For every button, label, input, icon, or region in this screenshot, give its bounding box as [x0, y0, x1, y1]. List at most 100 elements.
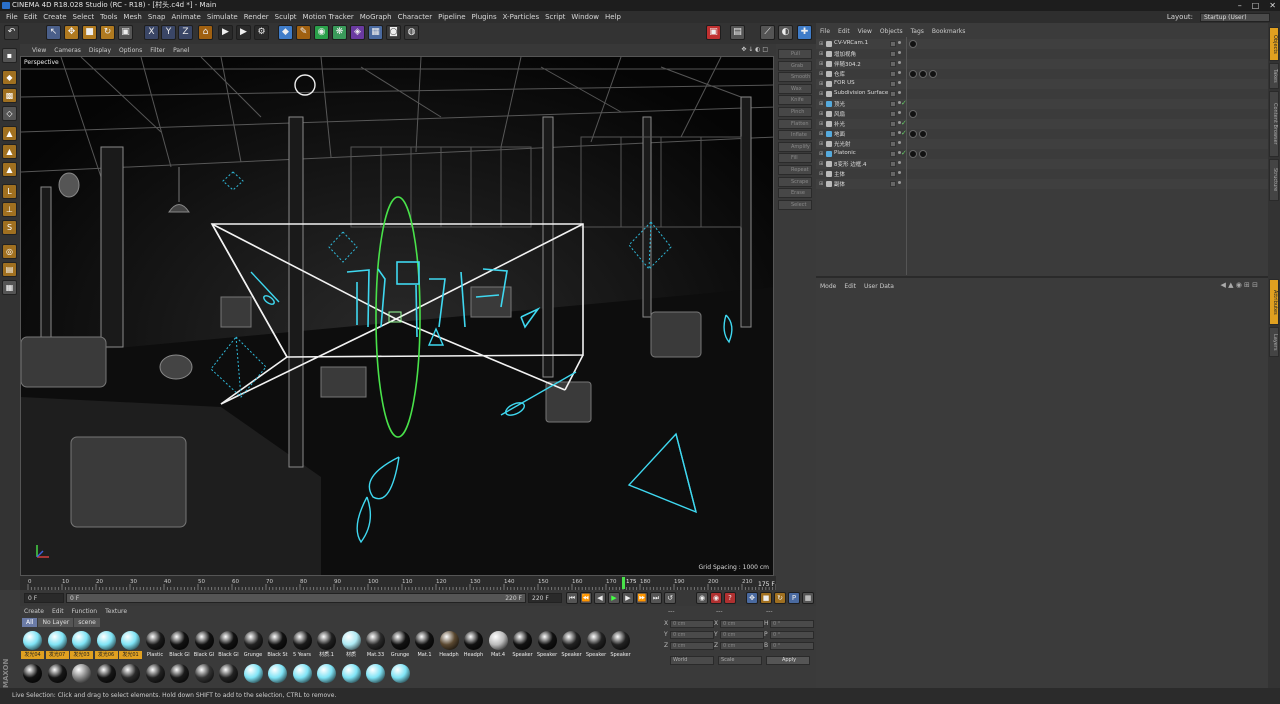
menu-animate[interactable]: Animate	[168, 11, 203, 23]
side-tab-takes[interactable]: Takes	[1269, 63, 1279, 89]
autokey-icon[interactable]: ◉	[710, 592, 722, 604]
menu-file[interactable]: File	[3, 11, 21, 23]
sculpt-tool-erase[interactable]: Erase	[778, 188, 812, 199]
position-x-field[interactable]: 0 cm	[670, 620, 714, 628]
pen-spline-icon[interactable]: ✎	[296, 25, 311, 40]
object-menu-objects[interactable]: Objects	[876, 27, 907, 36]
object-row[interactable]: ⊞ Platonic ✓	[816, 149, 1268, 159]
menu-simulate[interactable]: Simulate	[204, 11, 241, 23]
expand-icon[interactable]: ⊞	[819, 181, 823, 187]
key-scale-icon[interactable]: ■	[760, 592, 772, 604]
visibility-dot[interactable]	[898, 61, 901, 64]
material-swatch[interactable]: Speaker	[609, 631, 632, 662]
side-tab-objects[interactable]: Objects	[1269, 27, 1279, 61]
material-tag-icon[interactable]	[919, 150, 927, 158]
object-row[interactable]: ⊞ FOR US	[816, 79, 1268, 89]
visibility-dot[interactable]	[898, 91, 901, 94]
material-swatch[interactable]: 材质.1	[315, 631, 338, 662]
object-row[interactable]: ⊞ 地面 ✓	[816, 129, 1268, 139]
attribute-menu-user-data[interactable]: User Data	[860, 282, 898, 292]
material-swatch[interactable]: Black Gl	[193, 631, 216, 662]
material-tab-no-layer[interactable]: No Layer	[38, 618, 74, 627]
viewport-nav-icon[interactable]: ✥ ↓ ◐ □	[737, 44, 772, 56]
expand-icon[interactable]: ⊞	[819, 71, 823, 77]
expand-icon[interactable]: ⊞	[819, 101, 823, 107]
scale-icon[interactable]: ■	[82, 25, 97, 40]
render-view-icon[interactable]: ▶	[218, 25, 233, 40]
sculpt-tool-pinch[interactable]: Pinch	[778, 107, 812, 117]
material-swatch[interactable]: Headph	[438, 631, 461, 662]
layer-checkbox[interactable]	[890, 101, 896, 107]
y-axis-lock-icon[interactable]: Y	[161, 25, 176, 40]
texture-mode-icon[interactable]: ▩	[2, 88, 17, 103]
rotation-p-field[interactable]: 0 °	[770, 631, 814, 639]
menu-pipeline[interactable]: Pipeline	[435, 11, 468, 23]
layer-checkbox[interactable]	[890, 91, 896, 97]
next-frame-icon[interactable]: ▶	[622, 592, 634, 604]
record-icon[interactable]: ◉	[696, 592, 708, 604]
object-row[interactable]: ⊞ 副体	[816, 179, 1268, 189]
layer-checkbox[interactable]	[890, 161, 896, 167]
rotate-icon[interactable]: ↻	[100, 25, 115, 40]
layer-icon[interactable]: ▦	[2, 280, 17, 295]
material-swatch[interactable]: 发光06	[94, 631, 118, 662]
keyframe-selection-icon[interactable]: ?	[724, 592, 736, 604]
floor-mode-icon[interactable]: ▤	[2, 262, 17, 277]
timeline-ruler[interactable]: 0 10 20 30 40 50 60 70 80 90 100 110 120 130 140 150 160…	[20, 576, 776, 590]
key-position-icon[interactable]: ✥	[746, 592, 758, 604]
subdivision-icon[interactable]: ◉	[314, 25, 329, 40]
menu-x-particles[interactable]: X-Particles	[500, 11, 542, 23]
sculpt-tool-knife[interactable]: Knife	[778, 95, 812, 106]
sculpt-tool-wax[interactable]: Wax	[778, 83, 812, 94]
material-swatch[interactable]: Speaker	[560, 631, 583, 662]
expand-icon[interactable]: ⊞	[819, 51, 823, 57]
deformer-icon[interactable]: ◈	[350, 25, 365, 40]
object-row[interactable]: ⊞ CV-VRCam.1	[816, 39, 1268, 49]
material-swatch[interactable]: 发光04	[21, 631, 44, 662]
material-tab-all[interactable]: All	[22, 618, 38, 627]
undo-icon[interactable]: ↶	[4, 25, 19, 40]
layer-checkbox[interactable]	[890, 181, 896, 187]
object-menu-tags[interactable]: Tags	[907, 27, 928, 36]
object-row[interactable]: ⊞ 风扇	[816, 109, 1268, 119]
material-menu-function[interactable]: Function	[68, 606, 102, 617]
object-row[interactable]: ⊞ 光光射	[816, 139, 1268, 149]
menu-sculpt[interactable]: Sculpt	[272, 11, 300, 23]
material-swatch[interactable]: Plastic	[144, 631, 167, 662]
layer-checkbox[interactable]	[890, 61, 896, 67]
polygons-mode-icon[interactable]: ▲	[2, 162, 17, 177]
sculpt-tool-select[interactable]: Select	[778, 199, 812, 210]
visibility-dot[interactable]	[898, 111, 901, 114]
menu-create[interactable]: Create	[40, 11, 69, 23]
material-swatch[interactable]: 发光07	[45, 631, 69, 662]
sculpt-tool-inflate[interactable]: Inflate	[778, 130, 812, 141]
object-row[interactable]: ⊞ 8变形 边框.4	[816, 159, 1268, 169]
side-tab-structure[interactable]: Structure	[1269, 159, 1279, 201]
sculpt-tool-repeat[interactable]: Repeat	[778, 165, 812, 175]
layer-checkbox[interactable]	[890, 41, 896, 47]
goto-end-icon[interactable]: ⏭	[650, 592, 662, 604]
python-icon[interactable]: ✚	[797, 25, 812, 40]
attribute-menu-edit[interactable]: Edit	[840, 282, 860, 292]
object-menu-bookmarks[interactable]: Bookmarks	[928, 27, 970, 36]
lock-workplane-icon[interactable]: ◐	[778, 25, 793, 40]
object-row[interactable]: ⊞ 伴随304.2	[816, 59, 1268, 69]
x-axis-lock-icon[interactable]: X	[144, 25, 159, 40]
side-tab-attributes[interactable]: Attributes	[1269, 279, 1279, 325]
workplane-mode-icon[interactable]: ◇	[2, 106, 17, 121]
layer-checkbox[interactable]	[890, 71, 896, 77]
layer-checkbox[interactable]	[890, 121, 896, 127]
menu-character[interactable]: Character	[395, 11, 436, 23]
layer-checkbox[interactable]	[890, 81, 896, 87]
menu-mesh[interactable]: Mesh	[120, 11, 144, 23]
expand-icon[interactable]: ⊞	[819, 141, 823, 147]
3d-viewport[interactable]: Perspective Grid Spacing : 1000 cm	[20, 56, 774, 576]
menu-help[interactable]: Help	[602, 11, 624, 23]
expand-icon[interactable]: ⊞	[819, 41, 823, 47]
object-row[interactable]: ⊞ 仓库	[816, 69, 1268, 79]
material-tag-icon[interactable]	[909, 110, 917, 118]
expand-icon[interactable]: ⊞	[819, 121, 823, 127]
menu-edit[interactable]: Edit	[21, 11, 41, 23]
menu-motion-tracker[interactable]: Motion Tracker	[300, 11, 357, 23]
material-swatch[interactable]: Headph	[462, 631, 485, 662]
